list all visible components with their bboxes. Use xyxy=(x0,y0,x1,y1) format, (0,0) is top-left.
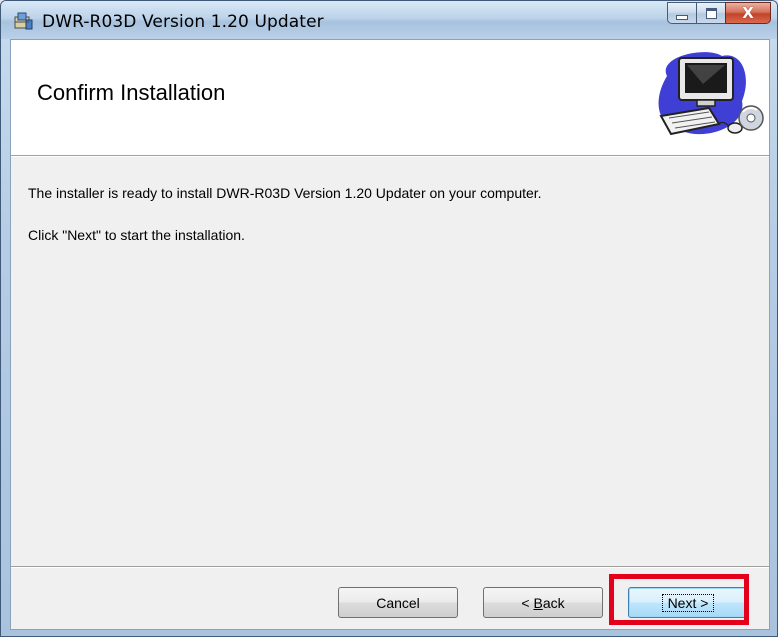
footer-divider xyxy=(11,566,769,568)
back-button-label: < Back xyxy=(521,595,564,611)
cancel-button-label: Cancel xyxy=(376,594,420,611)
window-title: DWR-R03D Version 1.20 Updater xyxy=(42,12,324,32)
instruction-message: Click "Next" to start the installation. xyxy=(28,227,245,243)
banner-divider xyxy=(11,155,769,157)
minimize-icon xyxy=(676,14,688,20)
next-button[interactable]: Next > xyxy=(628,587,748,618)
back-prefix: < xyxy=(521,594,534,611)
minimize-button[interactable] xyxy=(667,2,696,24)
header-banner: Confirm Installation xyxy=(11,40,769,155)
page-title: Confirm Installation xyxy=(37,80,226,105)
back-mnemonic: B xyxy=(533,594,543,611)
back-button[interactable]: < Back xyxy=(483,587,603,618)
cancel-button[interactable]: Cancel xyxy=(338,587,458,618)
installer-window: DWR-R03D Version 1.20 Updater X Confirm … xyxy=(0,0,778,637)
close-icon: X xyxy=(742,3,754,22)
installer-package-icon xyxy=(14,12,33,30)
dialog-client-area: Confirm Installation The installer is re… xyxy=(10,39,770,630)
ready-message: The installer is ready to install DWR-R0… xyxy=(28,185,542,201)
back-rest: ack xyxy=(542,594,565,611)
maximize-icon xyxy=(705,7,717,19)
title-bar[interactable]: DWR-R03D Version 1.20 Updater X xyxy=(1,1,777,39)
computer-setup-graphic xyxy=(658,52,764,136)
close-button[interactable]: X xyxy=(725,2,771,24)
caption-buttons: X xyxy=(667,2,771,24)
next-button-label: Next > xyxy=(661,593,715,612)
maximize-button[interactable] xyxy=(696,2,725,24)
